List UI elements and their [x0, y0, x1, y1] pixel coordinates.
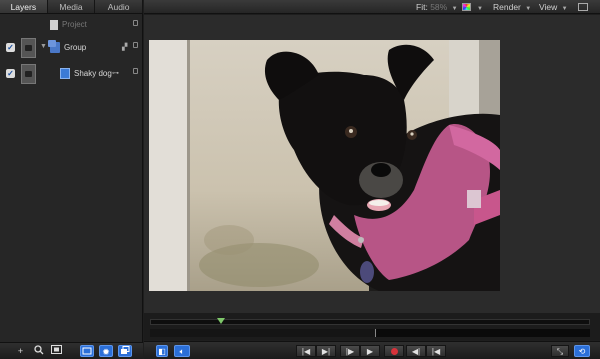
loop-icon[interactable]: ⟲: [574, 345, 590, 357]
project-label: Project: [62, 20, 87, 29]
group-thumbnail: [21, 38, 36, 58]
playhead-icon[interactable]: [217, 318, 225, 326]
play-icon[interactable]: ▶: [360, 345, 380, 357]
lock-icon[interactable]: [133, 20, 138, 26]
chevron-down-icon: ▼: [477, 6, 483, 12]
layer-row-group[interactable]: ✓ ▼ Group ▞: [0, 35, 143, 61]
link-icon[interactable]: ⊶: [112, 69, 119, 77]
project-icon: [50, 20, 58, 30]
layer-row-shaky-dog[interactable]: ✓ Shaky dog ⊶: [0, 61, 143, 87]
audio-icon[interactable]: 🔈︎: [174, 345, 190, 357]
objects-icon[interactable]: [118, 345, 132, 357]
zoom-value: 58%: [430, 2, 448, 12]
group-label: Group: [64, 43, 87, 52]
tab-audio[interactable]: Audio: [95, 0, 144, 13]
render-label: Render: [493, 2, 521, 12]
window-layout-icon[interactable]: [578, 3, 588, 11]
record-icon[interactable]: [384, 345, 404, 357]
render-menu[interactable]: Render ▼: [493, 0, 531, 16]
step-back-icon[interactable]: ▶|: [316, 345, 336, 357]
chevron-down-icon: ▼: [451, 6, 458, 12]
pane-tabs: Layers Media Audio: [0, 0, 144, 14]
disclosure-triangle-icon[interactable]: ▼: [40, 43, 47, 50]
timeline-clip-bar[interactable]: [150, 329, 376, 337]
mini-timeline: [144, 313, 600, 340]
layers-view-icon[interactable]: [80, 345, 94, 357]
group-2d-icon[interactable]: ▞: [122, 43, 127, 51]
audio-prev-icon[interactable]: ◀|: [406, 345, 426, 357]
chevron-down-icon: ▼: [525, 6, 532, 12]
film-icon[interactable]: [50, 345, 63, 357]
fit-label: Fit:: [416, 2, 428, 12]
layer-label: Shaky dog: [74, 69, 112, 78]
color-channels-icon[interactable]: [462, 3, 471, 11]
layer-enable-checkbox[interactable]: ✓: [6, 69, 15, 78]
tab-layers[interactable]: Layers: [0, 0, 48, 13]
layers-pane: Layers Media Audio Project ✓ ▼ Group ▞ ✓…: [0, 0, 144, 359]
canvas-image[interactable]: [149, 40, 500, 291]
record-dot: [390, 348, 398, 356]
layer-thumbnail: [21, 64, 36, 84]
tab-media[interactable]: Media: [48, 0, 96, 13]
clip-icon: [60, 68, 70, 79]
layer-row-project[interactable]: Project: [0, 15, 143, 35]
timeline-track[interactable]: [150, 329, 590, 337]
to-start-icon[interactable]: |◀: [296, 345, 316, 357]
zoom-popup[interactable]: Fit: 58% ▼: [416, 0, 458, 16]
canvas-toolbar: Fit: 58% ▼ ▼ Render ▼ View ▼: [144, 0, 600, 14]
color-channels-caret[interactable]: ▼: [475, 0, 483, 16]
step-forward-icon[interactable]: |▶: [340, 345, 360, 357]
audio-next-icon[interactable]: |◀: [426, 345, 446, 357]
dog-photo: [149, 40, 500, 291]
add-icon[interactable]: +: [14, 345, 27, 357]
timing-icon[interactable]: ◧: [156, 345, 168, 357]
fullscreen-icon[interactable]: ⤡: [551, 345, 569, 357]
view-menu[interactable]: View ▼: [539, 0, 568, 16]
transport-bar: ◧ 🔈︎ |◀ ▶| |▶ ▶ ◀| |◀ ⤡ ⟲: [144, 341, 600, 359]
timeline-ruler[interactable]: [150, 318, 590, 326]
layers-list: Project ✓ ▼ Group ▞ ✓ Shaky dog ⊶: [0, 15, 143, 87]
view-label: View: [539, 2, 558, 12]
group-icon: [48, 40, 60, 53]
lock-icon[interactable]: [133, 68, 138, 74]
group-enable-checkbox[interactable]: ✓: [6, 43, 15, 52]
chevron-down-icon: ▼: [561, 6, 568, 12]
lock-icon[interactable]: [133, 42, 138, 48]
gear-icon[interactable]: ✹: [99, 345, 113, 357]
search-icon[interactable]: [32, 345, 45, 357]
layers-toolbar: + ✹: [0, 342, 143, 359]
